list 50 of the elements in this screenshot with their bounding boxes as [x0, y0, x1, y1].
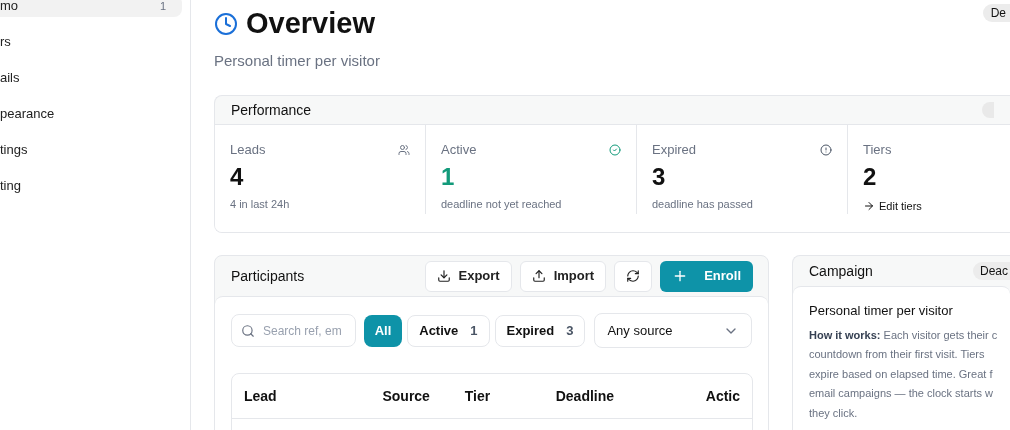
check-circle-icon: [609, 143, 621, 156]
stat-value: 4: [230, 161, 245, 192]
column-header: Source: [382, 386, 431, 406]
people-icon: [398, 143, 410, 156]
import-button[interactable]: Import: [519, 260, 607, 292]
download-icon: [436, 269, 451, 283]
card-title: Participants: [231, 266, 305, 286]
enroll-button[interactable]: Enroll: [660, 260, 753, 292]
page-title: Overview: [246, 6, 375, 41]
stat-value: 3: [652, 161, 667, 192]
stat-value: 1: [441, 161, 456, 192]
column-header: Deadline: [555, 386, 616, 406]
column-header: Lead: [244, 386, 278, 406]
stat-label: Leads: [230, 141, 266, 159]
stat-value: 2: [863, 161, 878, 192]
sidebar-item[interactable]: ails: [0, 67, 182, 89]
campaign-heading: Personal timer per visitor: [809, 302, 954, 320]
search-field[interactable]: Search ref, em: [231, 314, 356, 347]
arrow-right-icon: [863, 199, 875, 212]
refresh-button[interactable]: [614, 260, 653, 292]
source-select[interactable]: Any source: [594, 313, 752, 348]
sidebar-item[interactable]: tings: [0, 139, 182, 161]
filter-tab[interactable]: All: [363, 314, 403, 347]
campaign-description: How it works: Each visitor gets their c countdown from their first visit. Tiers expire based on elapsed time. Great f email campaigns — the clock starts w they click.: [809, 327, 999, 421]
card-title: Performance: [231, 100, 312, 120]
upload-icon: [531, 269, 546, 283]
stat-label: Expired: [652, 141, 697, 159]
stat-label: Active: [441, 141, 477, 159]
card-title: Campaign: [809, 261, 873, 281]
column-header: Tier: [464, 386, 492, 406]
stat-label: Tiers: [863, 141, 892, 159]
sidebar-item[interactable]: mo 1: [0, 0, 182, 17]
status-badge: Deac: [973, 262, 1010, 280]
sidebar-item[interactable]: pearance: [0, 103, 182, 125]
clock-icon: [214, 11, 238, 36]
stat-note: deadline not yet reached: [441, 196, 563, 212]
refresh-icon: [626, 269, 641, 283]
stat-note: 4 in last 24h: [230, 196, 291, 212]
sidebar-item[interactable]: rs: [0, 31, 182, 53]
export-button[interactable]: Export: [424, 260, 512, 292]
alert-circle-icon: [820, 143, 832, 156]
column-header: Actic: [705, 386, 740, 406]
filter-tab[interactable]: Active 1: [407, 314, 490, 347]
page-subtitle: Personal timer per visitor: [214, 50, 381, 71]
search-icon: [241, 324, 255, 338]
sidebar-item[interactable]: ting: [0, 175, 182, 197]
filter-tab[interactable]: Expired 3: [494, 314, 586, 347]
stat-note: deadline has passed: [652, 196, 754, 212]
edit-tiers-link[interactable]: Edit tiers: [863, 197, 1010, 214]
status-badge: De: [982, 4, 1010, 22]
